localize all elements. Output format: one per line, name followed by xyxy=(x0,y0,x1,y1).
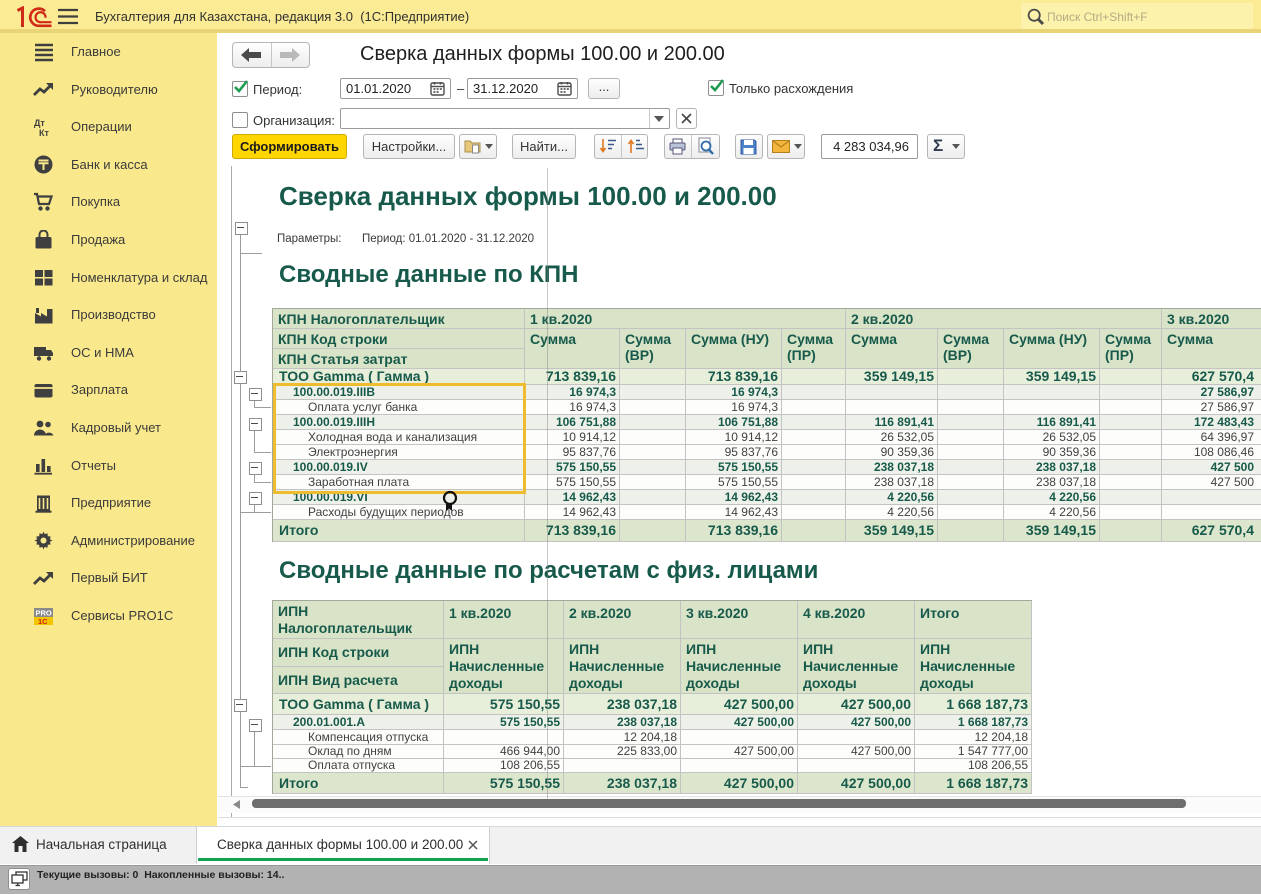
svg-text:Дт: Дт xyxy=(34,118,45,128)
svg-text:Кт: Кт xyxy=(39,128,49,138)
svg-text:1C: 1C xyxy=(38,617,48,626)
